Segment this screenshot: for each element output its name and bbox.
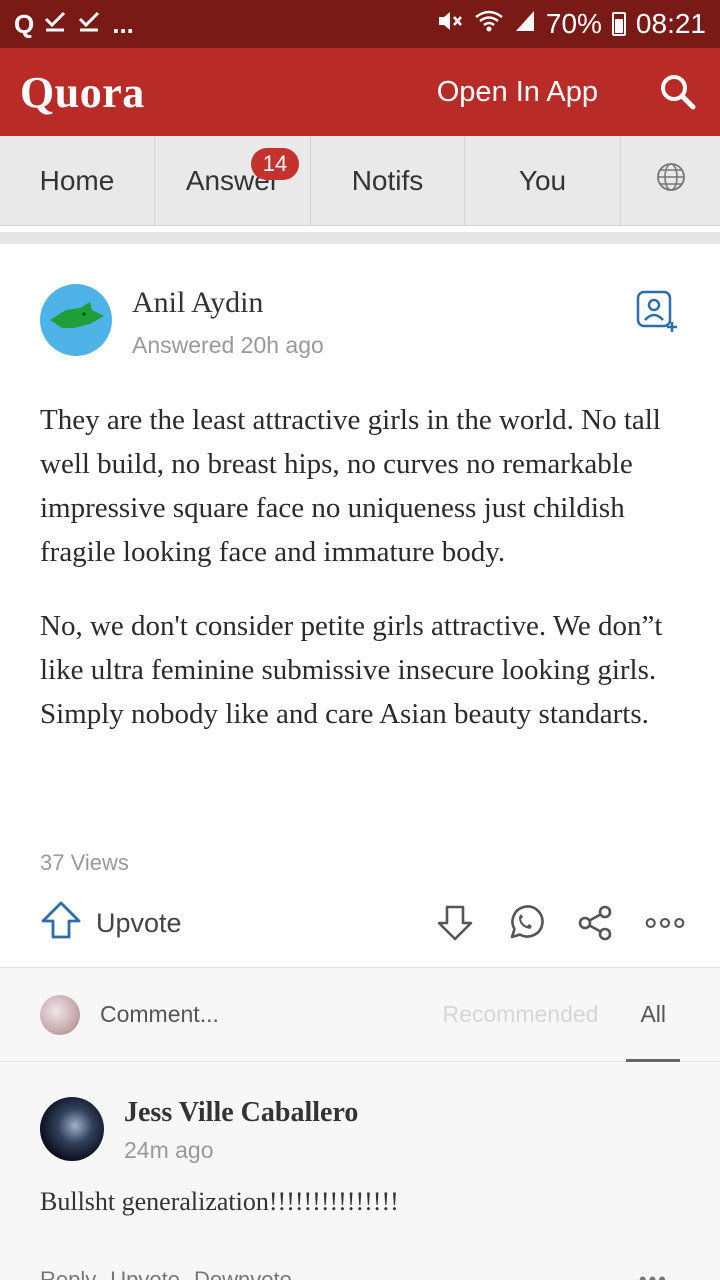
comment-input[interactable]: Comment...	[100, 1001, 219, 1028]
answer-author: Anil Aydin Answered 20h ago	[40, 284, 324, 359]
tab-you[interactable]: You	[465, 136, 621, 225]
comment-more-icon[interactable]: •••	[639, 1267, 668, 1280]
whatsapp-share-icon[interactable]	[505, 903, 545, 943]
answer-paragraph: They are the least attractive girls in t…	[40, 404, 661, 568]
answered-time: Answered 20h ago	[132, 332, 324, 358]
search-icon[interactable]	[656, 70, 700, 114]
author-name[interactable]: Anil Aydin	[132, 286, 324, 320]
commenter-avatar[interactable]	[40, 1097, 104, 1161]
feed-separator	[0, 232, 720, 244]
commenter-name[interactable]: Jess Ville Caballero	[124, 1097, 358, 1129]
comment-list: Jess Ville Caballero 24m ago Bullsht gen…	[0, 1063, 720, 1280]
secondary-actions	[435, 903, 685, 943]
status-right-icons: 70% 08:21	[436, 8, 706, 40]
clock: 08:21	[635, 8, 706, 39]
tab-language[interactable]	[621, 136, 720, 225]
upvote-button[interactable]: Upvote	[40, 900, 182, 947]
tab-home[interactable]: Home	[0, 136, 155, 225]
quora-logo[interactable]: Quora	[20, 67, 145, 118]
more-options-icon[interactable]	[645, 903, 685, 943]
mute-icon	[436, 8, 464, 40]
quora-notification-icon: Q	[14, 8, 35, 39]
status-left-icons: Q ...	[14, 9, 134, 40]
author-avatar[interactable]	[40, 284, 112, 356]
upvote-icon	[40, 900, 82, 947]
wifi-icon	[474, 8, 504, 40]
upvote-label: Upvote	[96, 907, 182, 938]
check-icon	[44, 9, 68, 40]
author-meta: Anil Aydin Answered 20h ago	[132, 284, 324, 359]
globe-icon	[655, 161, 687, 200]
battery-icon	[611, 12, 626, 36]
comment-actions: Reply Upvote Downvote	[40, 1267, 292, 1280]
app-header: Quora Open In App	[0, 48, 720, 136]
comment-time: 24m ago	[124, 1137, 214, 1163]
answer-paragraph: No, we don't consider petite girls attra…	[40, 610, 663, 730]
signal-icon	[514, 8, 536, 40]
downvote-icon[interactable]	[435, 903, 475, 943]
follow-user-icon[interactable]	[636, 290, 680, 334]
tab-notifs[interactable]: Notifs	[311, 136, 465, 225]
share-icon[interactable]	[575, 903, 615, 943]
comment-downvote-link[interactable]: Downvote	[194, 1267, 292, 1280]
sort-all-tab[interactable]: All	[626, 968, 680, 1062]
open-in-app-button[interactable]: Open In App	[437, 76, 598, 109]
check-icon	[78, 9, 102, 40]
answer-actions: Upvote	[40, 898, 685, 948]
tab-answer[interactable]: Answer 14	[155, 136, 311, 225]
current-user-avatar	[40, 994, 80, 1035]
answer-count-badge: 14	[251, 148, 299, 180]
more-notifications-indicator: ...	[112, 8, 134, 39]
comment-bar: Comment... Recommended All	[0, 968, 720, 1062]
comment-upvote-link[interactable]: Upvote	[110, 1267, 180, 1280]
comment-reply-link[interactable]: Reply	[40, 1267, 96, 1280]
answer-body: They are the least attractive girls in t…	[40, 398, 690, 766]
comment-text: Bullsht generalization!!!!!!!!!!!!!!!	[40, 1187, 399, 1216]
sort-recommended-tab[interactable]: Recommended	[442, 1001, 598, 1028]
view-count: 37 Views	[40, 850, 129, 875]
status-bar: Q ... 70% 08:21	[0, 0, 720, 48]
battery-percent: 70%	[545, 8, 602, 39]
main-nav: Home Answer 14 Notifs You	[0, 136, 720, 226]
